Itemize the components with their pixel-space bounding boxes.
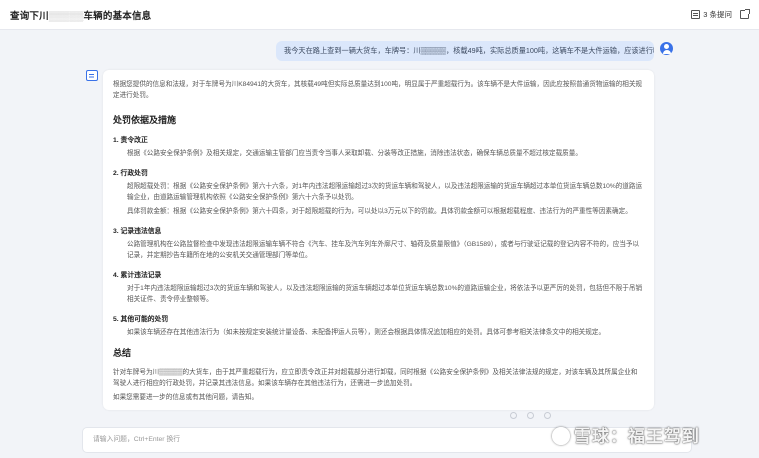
- list-icon: [691, 10, 701, 19]
- assistant-avatar-icon: [86, 70, 98, 81]
- penalty-item-text: 公路管理机构在公路监督检查中发现违法超限运输车辆不符合《汽车、挂车及汽车列车外廓…: [127, 241, 640, 259]
- penalty-item-heading: 1. 责令改正: [113, 137, 148, 144]
- watermark: 雪球：福王驾到: [552, 422, 700, 447]
- watermark-text: 雪球：福王驾到: [574, 427, 700, 446]
- answer-intro: 根据您提供的信息和法规，对于车牌号为川K84941的大货车，其核载49吨但实际总…: [113, 81, 643, 99]
- title-prefix: 查询下川: [10, 11, 49, 22]
- summary-text: 针对车牌号为川▒▒▒▒▒的大货车，由于其严重超载行为，应立即责令改正并对超载部分…: [113, 369, 638, 387]
- top-actions: 3 条提问: [691, 9, 750, 20]
- title-suffix: 车辆的基本信息: [83, 11, 152, 22]
- penalty-item: 4. 累计违法记录 对于1年内违法超限运输超过3次的货运车辆和驾驶人，以及违法超…: [113, 269, 644, 305]
- penalty-item: 2. 行政处罚 超限超载处罚：根据《公路安全保护条例》第六十六条，对1年内违法超…: [113, 167, 644, 217]
- penalty-item-text: 对于1年内违法超限运输超过3次的货运车辆和驾驶人，以及违法超限运输的货运车辆超过…: [127, 285, 643, 303]
- penalty-item: 1. 责令改正 根据《公路安全保护条例》及相关规定，交通运输主管部门应当责令当事…: [113, 134, 644, 159]
- penalty-item-heading: 5. 其他可能的处罚: [113, 316, 169, 323]
- penalty-item-heading: 3. 记录违法信息: [113, 228, 162, 235]
- penalty-item-text: 超限超载处罚：根据《公路安全保护条例》第六十六条，对1年内违法超限运输超过3次的…: [127, 183, 643, 201]
- thumbs-up-icon[interactable]: [527, 412, 534, 419]
- penalty-item-text: 根据《公路安全保护条例》及相关规定，交通运输主管部门应当责令当事人采取卸载、分装…: [127, 150, 582, 157]
- penalty-item-heading: 4. 累计违法记录: [113, 272, 162, 279]
- section-title: 处罚依据及措施: [113, 115, 177, 125]
- watermark-logo-icon: [552, 427, 570, 445]
- question-count-label: 3 条提问: [703, 10, 732, 19]
- user-avatar-icon: [660, 42, 673, 55]
- user-message: 我今天在路上查到一辆大货车，车牌号：川▒▒▒▒▒，核载49吨，实际总质量100吨…: [276, 41, 654, 61]
- penalty-item-heading: 2. 行政处罚: [113, 170, 148, 177]
- penalty-item-text: 具体罚款金额：根据《公路安全保护条例》第六十四条，对于超限超载的行为，可以处以3…: [127, 208, 632, 215]
- assistant-answer-card: 根据您提供的信息和法规，对于车牌号为川K84941的大货车，其核载49吨但实际总…: [103, 70, 654, 410]
- closing-text: 如果您需要进一步的信息或有其他问题，请告知。: [113, 394, 259, 401]
- penalty-item-text: 如果该车辆还存在其他违法行为（如未按规定安装统计量设备、未配备押运人员等），则还…: [127, 329, 606, 336]
- thumbs-down-icon[interactable]: [544, 412, 551, 419]
- penalty-item: 3. 记录违法信息 公路管理机构在公路监督检查中发现违法超限运输车辆不符合《汽车…: [113, 225, 644, 261]
- page-title: 查询下川▒▒▒▒▒车辆的基本信息: [10, 8, 151, 22]
- title-masked-plate: ▒▒▒▒▒: [48, 11, 84, 22]
- summary-title: 总结: [113, 348, 132, 358]
- export-icon[interactable]: [740, 9, 750, 19]
- answer-feedback-actions: [510, 412, 551, 419]
- copy-icon[interactable]: [510, 412, 517, 419]
- penalty-item: 5. 其他可能的处罚 如果该车辆还存在其他违法行为（如未按规定安装统计量设备、未…: [113, 313, 644, 338]
- question-count-button[interactable]: 3 条提问: [691, 9, 732, 20]
- top-bar: 查询下川▒▒▒▒▒车辆的基本信息 3 条提问: [0, 0, 759, 30]
